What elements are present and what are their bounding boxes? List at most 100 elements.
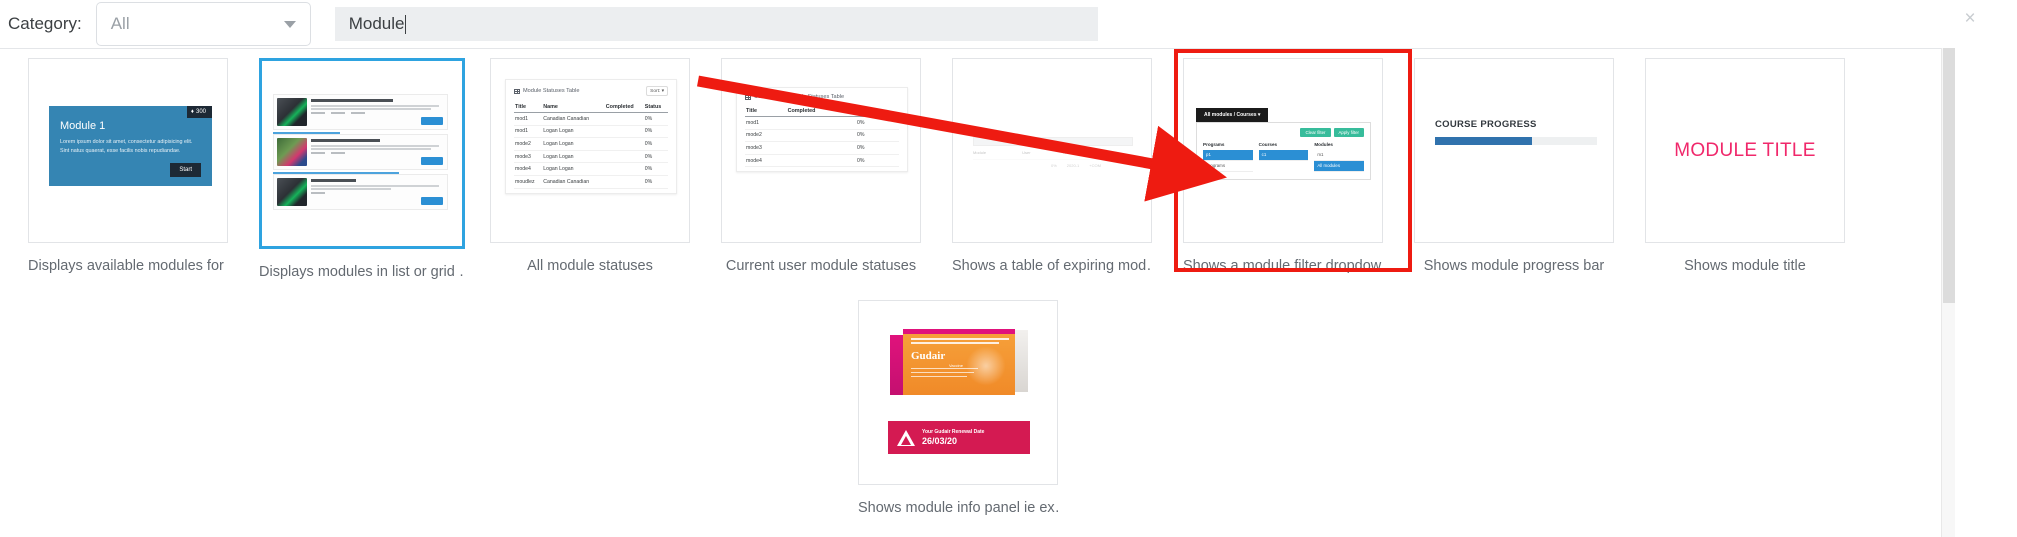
vertical-scrollbar[interactable] — [1941, 48, 1955, 537]
filter-column-modules: Modules m1 All modules — [1314, 142, 1365, 172]
cell-name: Canadian Canadian — [542, 112, 605, 126]
cell-name: Logan Logan — [542, 150, 605, 164]
thumbnail-image — [277, 178, 307, 206]
card-slot: ♦ 300 Module 1 Lorem ipsum dolor sit ame… — [28, 58, 234, 280]
table-title: Module Statuses Table — [514, 88, 580, 94]
gem-icon: ♦ — [190, 109, 194, 115]
table-title-text: Current User Module Statuses Table — [754, 94, 845, 100]
filter-option[interactable]: c1 — [1258, 149, 1309, 161]
card-available-modules[interactable]: ♦ 300 Module 1 Lorem ipsum dolor sit ame… — [28, 58, 228, 243]
table-row: mod1 Canadian Canadian 0% — [514, 112, 668, 126]
table-row: mod1 Logan Logan 0% — [514, 125, 668, 139]
list-item-action-button[interactable] — [421, 197, 443, 205]
list-item-title — [311, 179, 357, 182]
filter-dropdown-toggle[interactable]: All modules / Courses ▾ — [1196, 108, 1269, 122]
table-row: mode4 Logan Logan 0% — [514, 162, 668, 176]
filter-option[interactable]: m1 — [1314, 149, 1365, 161]
filter-column-programs: Programs p1 Programs — [1203, 142, 1253, 172]
column-header: Completed — [786, 105, 856, 117]
card-caption: Shows module progress bar — [1423, 258, 1605, 274]
scrollbar-thumb[interactable] — [1943, 48, 1955, 303]
cell-completed — [786, 116, 856, 130]
alert-title: Your Gudair Renewal Date — [922, 429, 985, 435]
card-module-info-panel[interactable]: Gudair Vaccine Your Gudair Renewal Date — [858, 300, 1058, 485]
module-title-preview: MODULE TITLE — [1646, 59, 1844, 242]
card-grid: ♦ 300 Module 1 Lorem ipsum dolor sit ame… — [0, 49, 1941, 516]
column-header: Completed — [604, 101, 644, 113]
list-item-action-button[interactable] — [421, 157, 443, 165]
table-title-text: Module Statuses Table — [523, 88, 580, 94]
filter-option[interactable]: All modules — [1314, 160, 1365, 172]
hero-start-button[interactable]: Start — [170, 163, 201, 177]
column-header: Module — [973, 150, 987, 155]
cell-status: 0% — [643, 125, 668, 139]
table-row: moudlez Canadian Canadian 0% — [514, 175, 668, 189]
cell-completed — [604, 137, 644, 151]
text-line — [311, 185, 439, 187]
card-expiring-modules-table[interactable]: Module User % Completed Expires 0% 2020- — [952, 58, 1152, 243]
table-header-bar: Current User Module Statuses Table — [745, 94, 899, 100]
column-header: Expires — [1105, 150, 1119, 155]
table-row: mode3 Logan Logan 0% — [514, 150, 668, 164]
hero-badge-value: 300 — [195, 109, 206, 115]
table-row: mode3 0% — [745, 141, 899, 155]
cell-completed — [786, 154, 856, 168]
card-caption: All module statuses — [527, 258, 653, 274]
cell-completed — [604, 175, 644, 189]
card-module-progress-bar[interactable]: COURSE PROGRESS — [1414, 58, 1614, 243]
card-modules-list-grid[interactable] — [259, 58, 465, 249]
table-header-bar: Module Statuses Table Sort: ▾ — [514, 86, 668, 96]
hero-badge: ♦ 300 — [186, 106, 212, 118]
text-line — [311, 187, 391, 190]
cell-completed — [604, 150, 644, 164]
filter-option[interactable]: Programs — [1203, 160, 1253, 172]
sort-button[interactable]: Sort: ▾ — [646, 86, 668, 96]
table-header-row: Title Completed Status — [745, 105, 899, 117]
list-item-meta — [311, 111, 444, 114]
list-item-action-button[interactable] — [421, 117, 443, 125]
card-slot: Current User Module Statuses Table Title… — [721, 58, 927, 280]
card-module-filter-dropdown[interactable]: All modules / Courses ▾ Clear filter App… — [1183, 58, 1383, 243]
clear-filter-button[interactable]: Clear filter — [1300, 128, 1331, 137]
list-item — [273, 94, 448, 130]
cell-completed — [786, 129, 856, 143]
cell-title: mod1 — [514, 125, 543, 139]
cell-title: mode3 — [514, 150, 543, 164]
list-item-title — [311, 99, 394, 102]
close-icon[interactable]: × — [1962, 9, 1978, 28]
list-item — [273, 174, 448, 210]
card-all-module-statuses[interactable]: Module Statuses Table Sort: ▾ Title Name — [490, 58, 690, 243]
category-select-value: All — [110, 14, 130, 33]
cell-status: 0% — [856, 129, 899, 143]
filter-dropdown-preview: All modules / Courses ▾ Clear filter App… — [1196, 103, 1371, 180]
card-module-title[interactable]: MODULE TITLE — [1645, 58, 1845, 243]
filter-option[interactable]: p1 — [1203, 149, 1253, 161]
card-caption: Displays available modules for … — [28, 258, 228, 274]
cell-status: 0% — [643, 137, 668, 151]
card-current-user-module-statuses[interactable]: Current User Module Statuses Table Title… — [721, 58, 921, 243]
filter-column-label: Modules — [1314, 142, 1333, 147]
filter-dropdown-columns: Programs p1 Programs Courses c1 Modules … — [1203, 142, 1365, 172]
search-input[interactable]: Module — [334, 7, 1098, 41]
card-caption: Current user module statuses — [725, 258, 917, 274]
results-panel: ♦ 300 Module 1 Lorem ipsum dolor sit ame… — [0, 48, 1941, 537]
cell-status: 0% — [643, 150, 668, 164]
alert-text: Your Gudair Renewal Date 26/03/20 — [922, 429, 984, 446]
list-item-meta — [311, 191, 444, 194]
apply-filter-button[interactable]: Apply filter — [1333, 128, 1364, 137]
card-row: Gudair Vaccine Your Gudair Renewal Date — [0, 300, 1941, 516]
cell-status: 0% — [643, 175, 668, 189]
category-select[interactable]: All — [95, 2, 311, 46]
cell-completed — [604, 125, 644, 139]
column-header: Title — [745, 105, 787, 117]
text-line — [311, 147, 431, 150]
thumbnail-image — [277, 138, 307, 166]
column-header: Status — [643, 101, 668, 113]
statuses-table: Title Name Completed Status mod1 Canadia… — [514, 101, 668, 189]
product-image: Gudair Vaccine — [888, 309, 1030, 419]
filter-bar: Category: All Module × — [0, 0, 2017, 48]
filter-dropdown-actions: Clear filter Apply filter — [1203, 128, 1364, 137]
cell-completed: 2020-1 — [1066, 163, 1080, 168]
table-row: mode4 0% — [745, 154, 899, 168]
progress-fill — [1435, 137, 1533, 145]
